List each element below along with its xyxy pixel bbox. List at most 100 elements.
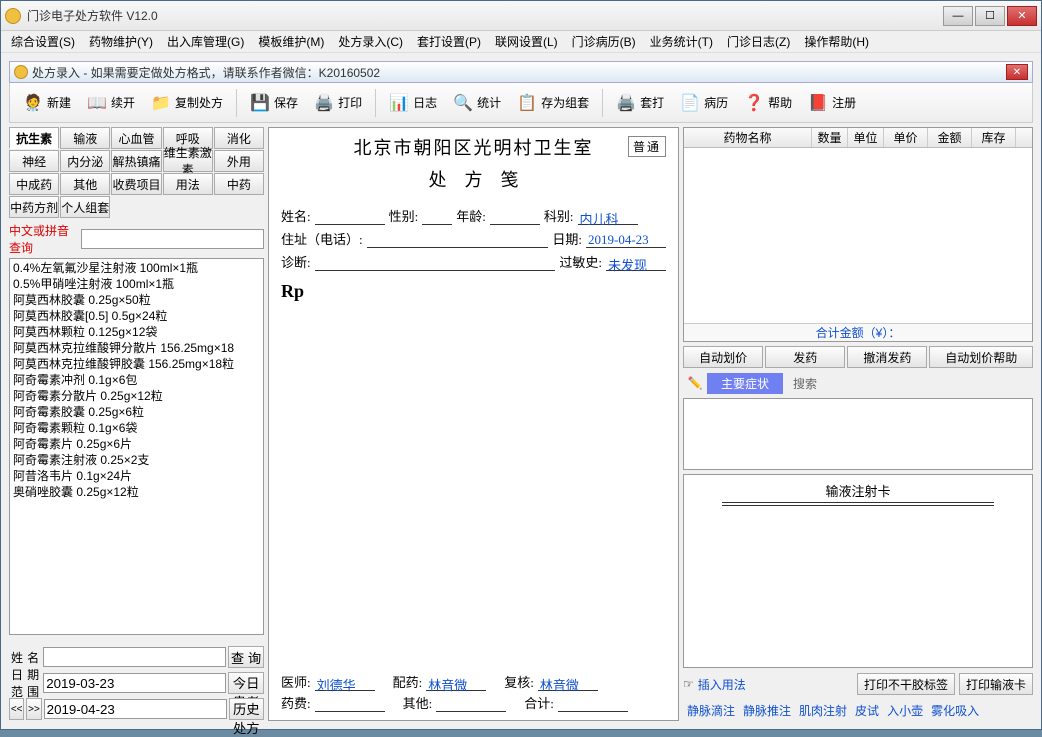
drug-item[interactable]: 阿莫西林克拉维酸钾胶囊 156.25mg×18粒 xyxy=(11,356,262,372)
query-button[interactable]: 查 询 xyxy=(228,646,264,668)
menu-item[interactable]: 门诊日志(Z) xyxy=(721,31,796,52)
drug-item[interactable]: 阿莫西林克拉维酸钾分散片 156.25mg×18 xyxy=(11,340,262,356)
toolbar-保存[interactable]: 💾保存 xyxy=(243,89,305,117)
drug-item[interactable]: 阿奇霉素注射液 0.25×2支 xyxy=(11,452,262,468)
toolbar-续开[interactable]: 📖续开 xyxy=(80,89,142,117)
date-from-input[interactable] xyxy=(43,673,226,693)
dispense-field[interactable]: 林音微 xyxy=(426,675,486,691)
toolbar-打印[interactable]: 🖨️打印 xyxy=(307,89,369,117)
grid-body[interactable] xyxy=(684,148,1032,323)
link-入小壶[interactable]: 入小壶 xyxy=(887,702,923,719)
toolbar-套打[interactable]: 🖨️套打 xyxy=(609,89,671,117)
today-patients-button[interactable]: 今日患者 xyxy=(228,672,264,694)
toolbar-存为组套[interactable]: 📋存为组套 xyxy=(510,89,596,117)
addr-field[interactable] xyxy=(367,232,549,248)
subwindow-close-button[interactable]: ✕ xyxy=(1006,64,1028,80)
grid-col-数量[interactable]: 数量 xyxy=(812,128,848,147)
category-神经[interactable]: 神经 xyxy=(9,150,59,172)
maximize-button[interactable]: ☐ xyxy=(975,6,1005,26)
link-静脉滴注[interactable]: 静脉滴注 xyxy=(687,702,735,719)
menu-item[interactable]: 操作帮助(H) xyxy=(798,31,875,52)
toolbar-新建[interactable]: 🧑‍⚕️新建 xyxy=(16,89,78,117)
symptom-label[interactable]: 主要症状 xyxy=(707,373,783,394)
menu-item[interactable]: 门诊病历(B) xyxy=(566,31,642,52)
link-肌肉注射[interactable]: 肌肉注射 xyxy=(799,702,847,719)
symptom-textarea[interactable] xyxy=(683,398,1033,470)
allergy-field[interactable]: 未发现 xyxy=(606,255,666,271)
menu-item[interactable]: 联网设置(L) xyxy=(489,31,564,52)
toolbar-日志[interactable]: 📊日志 xyxy=(382,89,444,117)
grid-col-药物名称[interactable]: 药物名称 xyxy=(684,128,812,147)
category-其他[interactable]: 其他 xyxy=(60,173,110,195)
drug-item[interactable]: 阿奇霉素颗粒 0.1g×6袋 xyxy=(11,420,262,436)
prev-button[interactable]: << xyxy=(9,698,24,720)
minimize-button[interactable]: — xyxy=(943,6,973,26)
name-field[interactable] xyxy=(315,209,385,225)
drug-item[interactable]: 阿莫西林胶囊 0.25g×50粒 xyxy=(11,292,262,308)
drug-item[interactable]: 阿莫西林胶囊[0.5] 0.5g×24粒 xyxy=(11,308,262,324)
drug-item[interactable]: 阿奇霉素胶囊 0.25g×6粒 xyxy=(11,404,262,420)
rx-type-button[interactable]: 普通 xyxy=(628,136,666,157)
action-自动划价帮助[interactable]: 自动划价帮助 xyxy=(929,346,1033,368)
link-静脉推注[interactable]: 静脉推注 xyxy=(743,702,791,719)
category-中药方剂[interactable]: 中药方剂 xyxy=(9,196,59,218)
action-撤消发药[interactable]: 撤消发药 xyxy=(847,346,927,368)
print-infusion-button[interactable]: 打印输液卡 xyxy=(959,673,1033,695)
rx-content-area[interactable] xyxy=(281,302,666,672)
grid-col-单价[interactable]: 单价 xyxy=(884,128,928,147)
diag-field[interactable] xyxy=(315,255,556,271)
grid-col-金额[interactable]: 金额 xyxy=(928,128,972,147)
insert-usage-link[interactable]: 插入用法 xyxy=(698,676,746,693)
category-抗生素[interactable]: 抗生素 xyxy=(9,127,59,149)
date-field[interactable]: 2019-04-23 xyxy=(586,232,666,248)
symptom-search[interactable]: 搜索 xyxy=(793,375,1033,392)
toolbar-复制处方[interactable]: 📁复制处方 xyxy=(144,89,230,117)
name-filter-input[interactable] xyxy=(43,647,226,667)
menu-item[interactable]: 套打设置(P) xyxy=(411,31,487,52)
drug-item[interactable]: 阿奇霉素分散片 0.25g×12粒 xyxy=(11,388,262,404)
category-解热镇痛[interactable]: 解热镇痛 xyxy=(111,150,161,172)
action-自动划价[interactable]: 自动划价 xyxy=(683,346,763,368)
drug-item[interactable]: 阿昔洛韦片 0.1g×24片 xyxy=(11,468,262,484)
category-维生素激素[interactable]: 维生素激素 xyxy=(163,150,213,172)
menu-item[interactable]: 综合设置(S) xyxy=(5,31,81,52)
date-to-input[interactable] xyxy=(44,699,227,719)
category-内分泌[interactable]: 内分泌 xyxy=(60,150,110,172)
gender-field[interactable] xyxy=(422,209,452,225)
category-用法[interactable]: 用法 xyxy=(163,173,213,195)
menu-item[interactable]: 模板维护(M) xyxy=(252,31,330,52)
doctor-field[interactable]: 刘德华 xyxy=(315,675,375,691)
category-中成药[interactable]: 中成药 xyxy=(9,173,59,195)
toolbar-帮助[interactable]: ❓帮助 xyxy=(737,89,799,117)
other-field[interactable] xyxy=(436,696,506,712)
drug-item[interactable]: 阿莫西林颗粒 0.125g×12袋 xyxy=(11,324,262,340)
close-button[interactable]: ✕ xyxy=(1007,6,1037,26)
drug-item[interactable]: 0.5%甲硝唑注射液 100ml×1瓶 xyxy=(11,276,262,292)
print-label-button[interactable]: 打印不干胶标签 xyxy=(857,673,955,695)
drug-list[interactable]: 0.4%左氧氟沙星注射液 100ml×1瓶0.5%甲硝唑注射液 100ml×1瓶… xyxy=(9,258,264,635)
category-收费项目[interactable]: 收费项目 xyxy=(111,173,161,195)
menu-item[interactable]: 处方录入(C) xyxy=(332,31,409,52)
menu-item[interactable]: 业务统计(T) xyxy=(644,31,719,52)
link-雾化吸入[interactable]: 雾化吸入 xyxy=(931,702,979,719)
grid-col-单位[interactable]: 单位 xyxy=(848,128,884,147)
drug-item[interactable]: 阿奇霉素片 0.25g×6片 xyxy=(11,436,262,452)
category-输液[interactable]: 输液 xyxy=(60,127,110,149)
menu-item[interactable]: 出入库管理(G) xyxy=(161,31,250,52)
toolbar-病历[interactable]: 📄病历 xyxy=(673,89,735,117)
grid-col-库存[interactable]: 库存 xyxy=(972,128,1016,147)
toolbar-统计[interactable]: 🔍统计 xyxy=(446,89,508,117)
action-发药[interactable]: 发药 xyxy=(765,346,845,368)
cost-field[interactable] xyxy=(315,696,385,712)
category-外用[interactable]: 外用 xyxy=(214,150,264,172)
link-皮试[interactable]: 皮试 xyxy=(855,702,879,719)
drug-item[interactable]: 0.4%左氧氟沙星注射液 100ml×1瓶 xyxy=(11,260,262,276)
drug-item[interactable]: 奥硝唑胶囊 0.25g×12粒 xyxy=(11,484,262,500)
category-个人组套[interactable]: 个人组套 xyxy=(60,196,110,218)
history-rx-button[interactable]: 历史处方 xyxy=(229,698,264,720)
review-field[interactable]: 林音微 xyxy=(538,675,598,691)
age-field[interactable] xyxy=(490,209,540,225)
category-中药[interactable]: 中药 xyxy=(214,173,264,195)
menu-item[interactable]: 药物维护(Y) xyxy=(83,31,159,52)
drug-item[interactable]: 阿奇霉素冲剂 0.1g×6包 xyxy=(11,372,262,388)
